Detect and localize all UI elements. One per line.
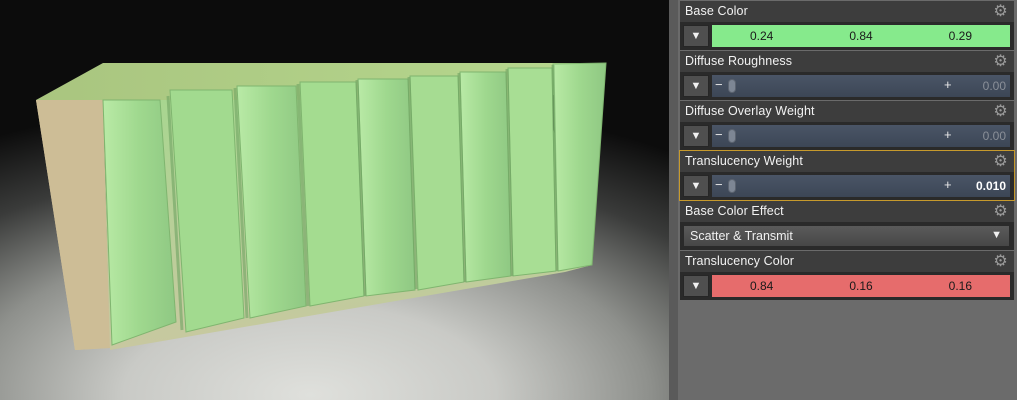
expand-button[interactable]: ▼ bbox=[683, 175, 709, 197]
property-body: ▼ − + 0.00 bbox=[680, 122, 1014, 150]
decrement-icon[interactable]: − bbox=[715, 127, 723, 142]
gear-icon[interactable]: ⚙ bbox=[992, 153, 1009, 170]
expand-button[interactable]: ▼ bbox=[683, 25, 709, 47]
increment-icon[interactable]: + bbox=[944, 127, 952, 142]
property-body: ▼ 0.84 0.16 0.16 bbox=[680, 272, 1014, 300]
color-green-value: 0.16 bbox=[849, 279, 873, 293]
color-blue-value: 0.29 bbox=[948, 29, 972, 43]
expand-button[interactable]: ▼ bbox=[683, 275, 709, 297]
property-label: Base Color Effect bbox=[685, 204, 784, 218]
slider-value[interactable]: 0.010 bbox=[976, 179, 1006, 193]
property-header: Base Color ⚙ bbox=[680, 1, 1014, 22]
expand-button[interactable]: ▼ bbox=[683, 125, 709, 147]
triangle-down-icon: ▼ bbox=[690, 80, 702, 92]
property-header: Diffuse Overlay Weight ⚙ bbox=[680, 101, 1014, 122]
color-blue-value: 0.16 bbox=[948, 279, 972, 293]
gear-icon[interactable]: ⚙ bbox=[992, 3, 1009, 20]
decrement-icon[interactable]: − bbox=[715, 77, 723, 92]
slider-value[interactable]: 0.00 bbox=[983, 129, 1006, 143]
decrement-icon[interactable]: − bbox=[715, 177, 723, 192]
slider-handle[interactable] bbox=[728, 79, 736, 93]
slider-handle[interactable] bbox=[728, 129, 736, 143]
property-body: ▼ 0.24 0.84 0.29 bbox=[680, 22, 1014, 50]
increment-icon[interactable]: + bbox=[944, 77, 952, 92]
panel-splitter[interactable] bbox=[669, 0, 678, 400]
gear-icon[interactable]: ⚙ bbox=[992, 203, 1009, 220]
color-green-value: 0.84 bbox=[849, 29, 873, 43]
gear-icon[interactable]: ⚙ bbox=[992, 53, 1009, 70]
diffuse-roughness-slider[interactable]: − + 0.00 bbox=[712, 75, 1010, 97]
slider-handle[interactable] bbox=[728, 179, 736, 193]
property-body: Scatter & Transmit ▼ bbox=[680, 222, 1014, 250]
translucency-weight-slider[interactable]: − + 0.010 bbox=[712, 175, 1010, 197]
property-label: Diffuse Overlay Weight bbox=[685, 104, 815, 118]
expand-button[interactable]: ▼ bbox=[683, 75, 709, 97]
triangle-down-icon: ▼ bbox=[690, 280, 702, 292]
gear-icon[interactable]: ⚙ bbox=[992, 253, 1009, 270]
property-body: ▼ − + 0.010 bbox=[680, 172, 1014, 200]
property-label: Base Color bbox=[685, 4, 748, 18]
slider-value[interactable]: 0.00 bbox=[983, 79, 1006, 93]
translucency-color-swatch[interactable]: 0.84 0.16 0.16 bbox=[712, 275, 1010, 297]
property-label: Translucency Weight bbox=[685, 154, 803, 168]
property-header: Translucency Weight ⚙ bbox=[680, 151, 1014, 172]
property-label: Translucency Color bbox=[685, 254, 795, 268]
render-viewport[interactable] bbox=[0, 0, 669, 400]
surface-properties-panel: Base Color ⚙ ▼ 0.24 0.84 0.29 Diffuse Ro… bbox=[678, 0, 1017, 400]
increment-icon[interactable]: + bbox=[944, 177, 952, 192]
triangle-down-icon: ▼ bbox=[690, 130, 702, 142]
property-header: Translucency Color ⚙ bbox=[680, 251, 1014, 272]
triangle-down-icon: ▼ bbox=[991, 229, 1002, 241]
diffuse-overlay-weight-slider[interactable]: − + 0.00 bbox=[712, 125, 1010, 147]
select-value: Scatter & Transmit bbox=[690, 229, 793, 243]
triangle-down-icon: ▼ bbox=[690, 180, 702, 192]
base-color-effect-select[interactable]: Scatter & Transmit ▼ bbox=[683, 225, 1010, 247]
render-scene bbox=[36, 62, 607, 350]
color-red-value: 0.84 bbox=[749, 279, 774, 293]
base-color-swatch[interactable]: 0.24 0.84 0.29 bbox=[712, 25, 1010, 47]
color-red-value: 0.24 bbox=[749, 29, 774, 43]
property-header: Diffuse Roughness ⚙ bbox=[680, 51, 1014, 72]
triangle-down-icon: ▼ bbox=[690, 30, 702, 42]
gear-icon[interactable]: ⚙ bbox=[992, 103, 1009, 120]
property-label: Diffuse Roughness bbox=[685, 54, 793, 68]
property-header: Base Color Effect ⚙ bbox=[680, 201, 1014, 222]
property-body: ▼ − + 0.00 bbox=[680, 72, 1014, 100]
